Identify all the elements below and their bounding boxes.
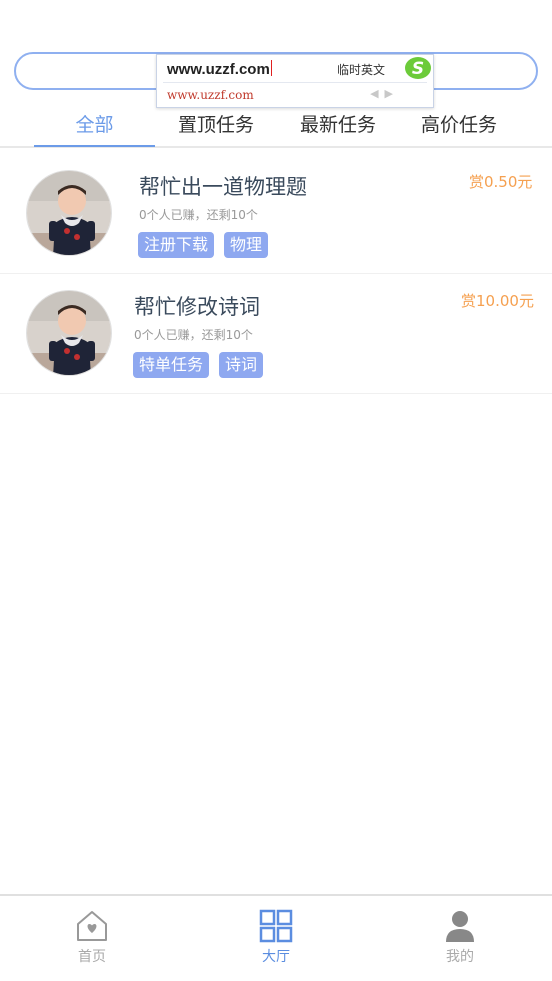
- ime-mode-label[interactable]: 临时英文: [337, 61, 385, 78]
- tab-latest[interactable]: 最新任务: [282, 112, 394, 146]
- tab-all[interactable]: 全部: [34, 112, 155, 146]
- task-title: 帮忙出一道物理题: [139, 175, 307, 199]
- nav-mine[interactable]: 我的: [420, 908, 500, 966]
- active-tab-indicator: [34, 145, 155, 147]
- nav-mine-label: 我的: [446, 949, 474, 965]
- svg-text:S: S: [412, 59, 424, 79]
- task-progress: 0个人已赚，还剩10个: [139, 208, 258, 222]
- task-filter-tabs: 全部 置顶任务 最新任务 高价任务: [0, 104, 552, 148]
- tab-high-price[interactable]: 高价任务: [403, 112, 515, 146]
- sogou-logo-icon: S: [405, 57, 431, 79]
- task-item[interactable]: 帮忙修改诗词 0个人已赚，还剩10个 赏10.00元 特单任务 诗词: [0, 274, 552, 394]
- task-reward: 赏0.50元: [469, 173, 533, 191]
- ime-page-arrows[interactable]: ◀▶: [370, 87, 399, 100]
- avatar: [26, 170, 112, 256]
- ime-candidate[interactable]: www.uzzf.com: [167, 88, 254, 102]
- bottom-nav: 首页 大厅 我的: [0, 894, 552, 981]
- task-title: 帮忙修改诗词: [134, 295, 260, 319]
- nav-hall[interactable]: 大厅: [236, 908, 316, 966]
- nav-home[interactable]: 首页: [52, 908, 132, 966]
- task-tag: 物理: [224, 232, 269, 258]
- grid-icon: [259, 909, 293, 943]
- nav-hall-label: 大厅: [262, 949, 290, 965]
- task-item[interactable]: 帮忙出一道物理题 0个人已赚，还剩10个 赏0.50元 注册下载 物理: [0, 154, 552, 274]
- ime-composition: www.uzzf.com: [167, 60, 272, 78]
- task-progress: 0个人已赚，还剩10个: [134, 328, 253, 342]
- task-tag: 诗词: [219, 352, 264, 378]
- task-tag: 特单任务: [133, 352, 210, 378]
- nav-home-label: 首页: [78, 949, 106, 965]
- avatar: [26, 290, 112, 376]
- home-icon: [77, 911, 107, 941]
- task-reward: 赏10.00元: [461, 292, 534, 310]
- user-icon: [446, 911, 474, 942]
- tab-pinned[interactable]: 置顶任务: [160, 112, 272, 146]
- ime-popup: www.uzzf.com 临时英文 S www.uzzf.com ◀▶: [156, 54, 434, 108]
- task-tag: 注册下载: [138, 232, 215, 258]
